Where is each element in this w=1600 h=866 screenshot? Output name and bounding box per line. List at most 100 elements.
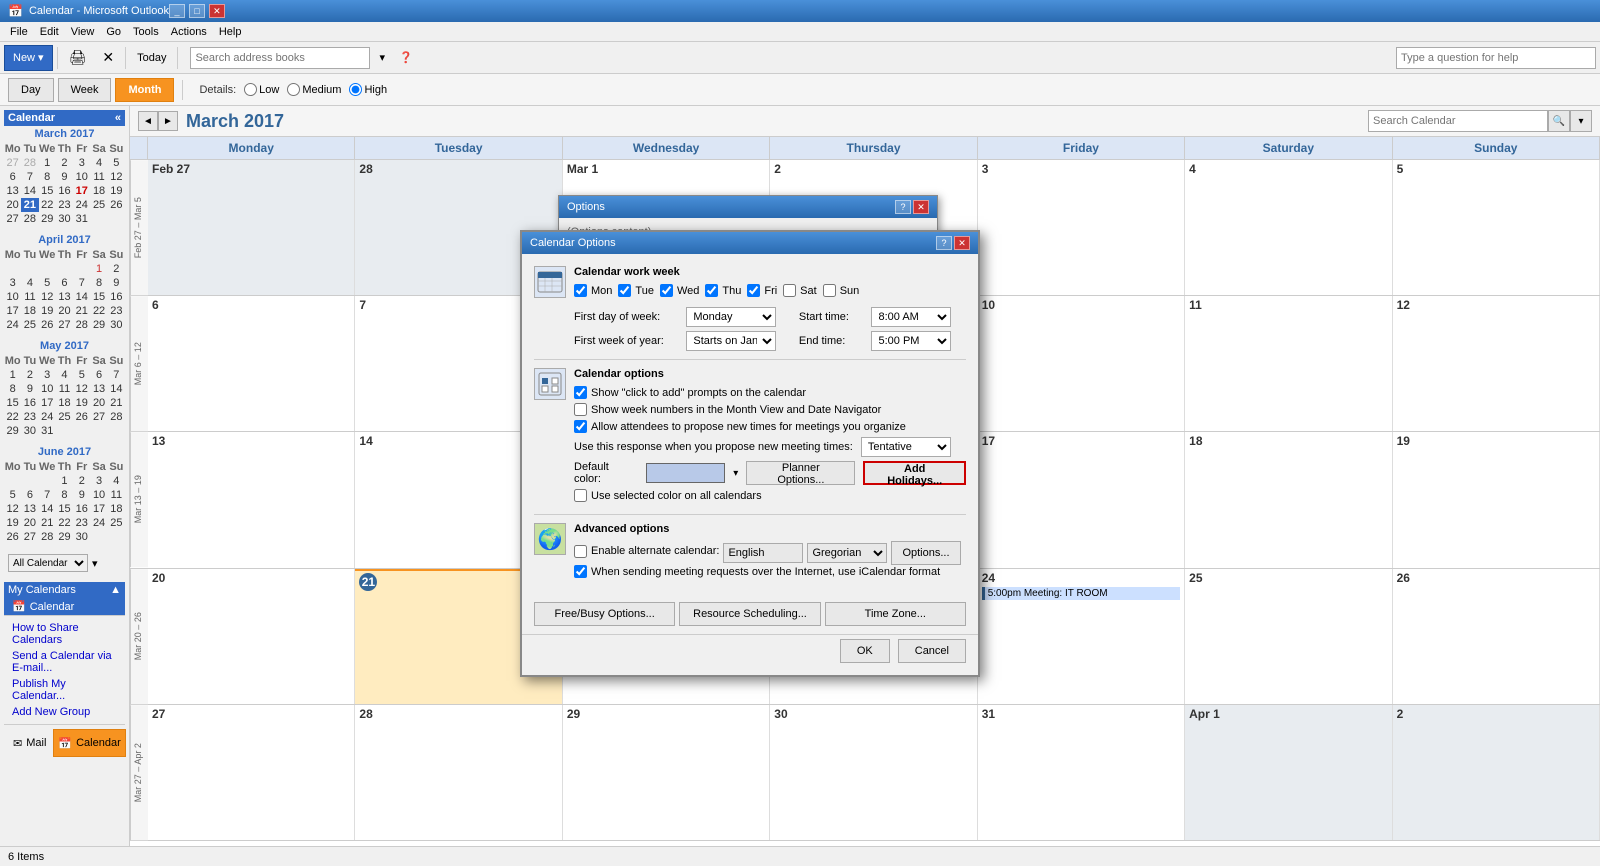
next-month-btn[interactable]: ► [158,111,178,131]
mini-cal-day[interactable]: 9 [108,276,125,290]
new-button[interactable]: New ▾ [4,45,53,71]
mini-cal-day[interactable]: 2 [73,474,90,488]
mini-cal-day[interactable]: 11 [56,382,73,396]
mini-cal-day[interactable]: 25 [108,516,125,530]
alt-cal-options-btn[interactable]: Options... [891,541,960,565]
mini-cal-day[interactable]: 18 [90,184,107,198]
sat-checkbox[interactable]: Sat [783,284,817,297]
mini-cal-day[interactable]: 20 [4,198,21,212]
mini-cal-day[interactable]: 21 [73,304,90,318]
mini-cal-day[interactable]: 18 [108,502,125,516]
maximize-btn[interactable]: □ [189,4,205,18]
mini-cal-day[interactable]: 26 [39,318,56,332]
mini-cal-day[interactable]: 7 [108,368,125,382]
cal-cell-mar4[interactable]: 4 [1185,160,1392,295]
mini-cal-day[interactable]: 9 [73,488,90,502]
mini-cal-day[interactable]: 30 [73,530,90,544]
mini-cal-day[interactable]: 3 [4,276,21,290]
response-select[interactable]: Tentative [861,437,951,457]
mini-cal-day[interactable]: 22 [90,304,107,318]
mini-cal-day[interactable]: 7 [39,488,56,502]
mini-cal-day[interactable]: 19 [108,184,125,198]
add-holidays-btn[interactable]: Add Holidays... [863,461,966,485]
publish-calendar-link[interactable]: Publish My Calendar... [8,676,121,704]
menu-go[interactable]: Go [100,24,127,40]
mini-cal-day[interactable]: 10 [90,488,107,502]
cal-cell-mar13[interactable]: 13 [148,432,355,567]
cal-cell-mar27[interactable]: 27 [148,705,355,840]
cal-cell-mar18[interactable]: 18 [1185,432,1392,567]
mini-cal-day[interactable]: 6 [4,170,21,184]
mini-cal-day[interactable]: 29 [4,424,21,438]
all-cal-dropdown[interactable]: All Calendar Items [8,554,88,572]
calendar-folder-item[interactable]: 📅 Calendar [4,598,125,615]
close-btn[interactable]: ✕ [209,4,225,18]
send-calendar-link[interactable]: Send a Calendar via E-mail... [8,648,121,676]
mini-cal-day[interactable]: 1 [56,474,73,488]
mini-cal-day[interactable]: 24 [90,516,107,530]
mini-cal-day[interactable]: 14 [39,502,56,516]
mini-cal-day[interactable]: 1 [4,368,21,382]
color-picker[interactable] [646,463,725,483]
mini-cal-day[interactable]: 25 [56,410,73,424]
mini-cal-day[interactable]: 4 [56,368,73,382]
planner-options-btn[interactable]: Planner Options... [746,461,855,485]
mini-cal-day[interactable]: 3 [73,156,90,170]
mini-cal-day[interactable]: 2 [108,262,125,276]
mini-cal-day[interactable]: 1 [39,156,56,170]
prev-month-btn[interactable]: ◄ [138,111,158,131]
mini-cal-day[interactable]: 19 [73,396,90,410]
week-view-btn[interactable]: Week [58,78,112,102]
mini-cal-day[interactable]: 7 [73,276,90,290]
mini-cal-day[interactable]: 5 [4,488,21,502]
mini-cal-day[interactable]: 26 [4,530,21,544]
start-time-select[interactable]: 8:00 AM [871,307,951,327]
cal-cell-mar10[interactable]: 10 [978,296,1185,431]
alt-cal-lang-input[interactable] [723,543,803,563]
mini-cal-day[interactable]: 10 [4,290,21,304]
mini-cal-day[interactable]: 29 [39,212,56,226]
mini-cal-day[interactable]: 3 [90,474,107,488]
sidebar-collapse-btn[interactable]: « [115,112,121,124]
mini-cal-day[interactable]: 10 [73,170,90,184]
low-radio[interactable]: Low [244,83,279,96]
mini-cal-day[interactable]: 23 [73,516,90,530]
cal-cell-apr1[interactable]: Apr 1 [1185,705,1392,840]
menu-help[interactable]: Help [213,24,248,40]
mini-cal-day[interactable]: 19 [39,304,56,318]
mini-cal-day[interactable]: 12 [108,170,125,184]
mini-cal-day[interactable]: 17 [73,184,90,198]
cal-options-help-btn[interactable]: ? [936,236,952,250]
cal-cell-mar28[interactable]: 28 [355,705,562,840]
menu-tools[interactable]: Tools [127,24,165,40]
cal-cell-mar29[interactable]: 29 [563,705,770,840]
menu-actions[interactable]: Actions [165,24,213,40]
mini-cal-day[interactable]: 27 [90,410,107,424]
mini-cal-day[interactable]: 13 [21,502,38,516]
mini-cal-day[interactable]: 24 [39,410,56,424]
mini-cal-day[interactable]: 26 [73,410,90,424]
mini-cal-day[interactable]: 9 [21,382,38,396]
cal-cell-mar20[interactable]: 20 [148,569,355,704]
mini-cal-day[interactable]: 8 [39,170,56,184]
cal-options-cancel-btn[interactable]: Cancel [898,639,966,663]
mini-cal-day[interactable]: 6 [21,488,38,502]
address-search-input[interactable] [190,47,370,69]
mini-cal-day[interactable]: 14 [73,290,90,304]
end-time-select[interactable]: 5:00 PM [871,331,951,351]
delete-btn[interactable]: ✕ [95,45,121,71]
mini-cal-day[interactable]: 2 [56,156,73,170]
mini-cal-day[interactable]: 29 [56,530,73,544]
help-search-input[interactable] [1396,47,1596,69]
mini-cal-day[interactable]: 26 [108,198,125,212]
cal-cell-mar24[interactable]: 24 5:00pm Meeting: IT ROOM [978,569,1185,704]
mini-cal-day[interactable]: 21 [39,516,56,530]
cal-cell-apr2[interactable]: 2 [1393,705,1600,840]
search-btn[interactable]: ▾ [372,45,392,71]
mini-cal-day[interactable]: 1 [90,262,107,276]
menu-view[interactable]: View [65,24,101,40]
mini-cal-day[interactable]: 11 [90,170,107,184]
cal-cell-mar19[interactable]: 19 [1393,432,1600,567]
mini-cal-day[interactable]: 7 [21,170,38,184]
cal-event-meeting[interactable]: 5:00pm Meeting: IT ROOM [982,587,1180,600]
